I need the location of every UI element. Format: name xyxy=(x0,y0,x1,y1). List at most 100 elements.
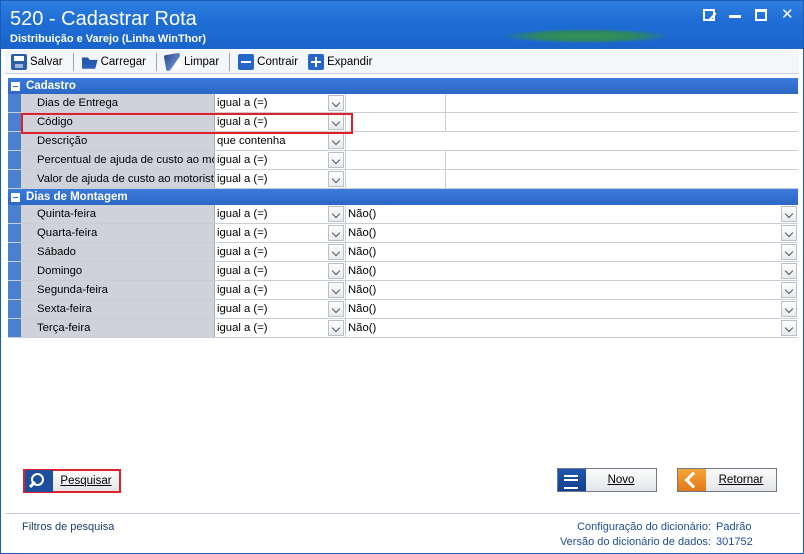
operator-value: igual a (=) xyxy=(217,265,268,277)
search-button[interactable]: Pesquisar xyxy=(23,469,121,493)
toolbar: Salvar Carregar Limpar Contrair Expandir xyxy=(5,50,799,74)
value-input[interactable] xyxy=(346,94,446,112)
filter-row-quarta: Quarta-feira igual a (=) Não() xyxy=(8,224,798,243)
operator-select[interactable]: igual a (=) xyxy=(215,281,346,299)
operator-select[interactable]: igual a (=) xyxy=(215,170,346,188)
operator-select[interactable]: igual a (=) xyxy=(215,262,346,280)
value-input-2[interactable] xyxy=(446,94,798,112)
toolbar-separator xyxy=(156,52,157,71)
operator-select[interactable]: igual a (=) xyxy=(215,224,346,242)
operator-select[interactable]: que contenha xyxy=(215,132,346,150)
filter-row-domingo: Domingo igual a (=) Não() xyxy=(8,262,798,281)
filter-label: Segunda-feira xyxy=(21,281,215,299)
value-input-2[interactable] xyxy=(446,151,798,169)
save-icon xyxy=(11,53,27,70)
value-select[interactable]: Não() xyxy=(346,319,798,337)
edit-window-icon[interactable] xyxy=(703,9,715,21)
operator-select[interactable]: igual a (=) xyxy=(215,205,346,223)
back-button[interactable]: Retornar xyxy=(677,468,777,492)
chevron-down-icon[interactable] xyxy=(781,301,797,317)
dictionary-version-label: Versão do dicionário de dados: xyxy=(559,536,711,548)
chevron-down-icon[interactable] xyxy=(781,263,797,279)
operator-select[interactable]: igual a (=) xyxy=(215,151,346,169)
new-record-icon xyxy=(558,469,586,491)
dictionary-version-value: 301752 xyxy=(716,536,753,548)
filter-label: Descrição xyxy=(21,132,215,150)
collapse-button[interactable]: Contrair xyxy=(234,51,302,73)
operator-select[interactable]: igual a (=) xyxy=(215,243,346,261)
row-gutter xyxy=(8,243,21,261)
collapse-section-icon[interactable] xyxy=(11,81,20,91)
operator-select[interactable]: igual a (=) xyxy=(215,94,346,112)
chevron-down-icon[interactable] xyxy=(328,152,344,168)
chevron-down-icon[interactable] xyxy=(328,133,344,149)
select-value: Não() xyxy=(348,265,377,277)
value-select[interactable]: Não() xyxy=(346,243,798,261)
operator-select[interactable]: igual a (=) xyxy=(215,300,346,318)
window-title: 520 - Cadastrar Rota xyxy=(10,8,197,30)
chevron-down-icon[interactable] xyxy=(328,263,344,279)
filter-row-dias-entrega: Dias de Entrega igual a (=) xyxy=(8,94,798,113)
chevron-down-icon[interactable] xyxy=(781,282,797,298)
chevron-down-icon[interactable] xyxy=(328,320,344,336)
chevron-down-icon[interactable] xyxy=(781,206,797,222)
chevron-down-icon[interactable] xyxy=(328,282,344,298)
section-cadastro[interactable]: Cadastro xyxy=(8,78,798,94)
value-select[interactable]: Não() xyxy=(346,262,798,280)
new-button[interactable]: Novo xyxy=(557,468,657,492)
chevron-down-icon[interactable] xyxy=(781,320,797,336)
row-gutter xyxy=(8,170,21,188)
select-value: Não() xyxy=(348,284,377,296)
value-input[interactable] xyxy=(346,113,446,131)
dictionary-config-label: Configuração do dicionário: xyxy=(577,521,711,533)
row-gutter xyxy=(8,205,21,223)
operator-value: igual a (=) xyxy=(217,173,268,185)
filter-label: Percentual de ajuda de custo ao motorist… xyxy=(21,151,215,169)
search-icon xyxy=(25,470,53,492)
value-input-2[interactable] xyxy=(446,113,798,131)
operator-select[interactable]: igual a (=) xyxy=(215,319,346,337)
maximize-icon[interactable] xyxy=(755,9,767,21)
value-input[interactable] xyxy=(346,132,798,150)
load-button[interactable]: Carregar xyxy=(78,51,150,73)
chevron-down-icon[interactable] xyxy=(328,301,344,317)
filter-row-quinta: Quinta-feira igual a (=) Não() xyxy=(8,205,798,224)
folder-open-icon xyxy=(81,57,98,69)
expand-button[interactable]: Expandir xyxy=(304,51,376,73)
section-dias-montagem[interactable]: Dias de Montagem xyxy=(8,189,798,205)
close-icon[interactable]: ✕ xyxy=(781,7,794,22)
chevron-down-icon[interactable] xyxy=(328,171,344,187)
filter-row-percentual: Percentual de ajuda de custo ao motorist… xyxy=(8,151,798,170)
operator-value: igual a (=) xyxy=(217,246,268,258)
filter-row-valor: Valor de ajuda de custo ao motorista igu… xyxy=(8,170,798,189)
filter-label: Domingo xyxy=(21,262,215,280)
value-input[interactable] xyxy=(346,151,446,169)
operator-value: igual a (=) xyxy=(217,97,268,109)
filter-label: Quarta-feira xyxy=(21,224,215,242)
filter-row-sexta: Sexta-feira igual a (=) Não() xyxy=(8,300,798,319)
collapse-section-icon[interactable] xyxy=(11,192,20,202)
back-arrow-icon xyxy=(678,469,706,491)
save-button[interactable]: Salvar xyxy=(7,51,67,73)
chevron-down-icon[interactable] xyxy=(328,95,344,111)
clear-button[interactable]: Limpar xyxy=(161,51,223,73)
chevron-down-icon[interactable] xyxy=(328,225,344,241)
value-input[interactable] xyxy=(346,170,446,188)
value-select[interactable]: Não() xyxy=(346,205,798,223)
section-title: Dias de Montagem xyxy=(26,191,128,203)
value-input-2[interactable] xyxy=(446,170,798,188)
chevron-down-icon[interactable] xyxy=(328,206,344,222)
collapse-label: Contrair xyxy=(257,55,299,68)
expand-label: Expandir xyxy=(327,55,373,68)
row-gutter xyxy=(8,319,21,337)
chevron-down-icon[interactable] xyxy=(328,244,344,260)
chevron-down-icon[interactable] xyxy=(781,244,797,260)
chevron-down-icon[interactable] xyxy=(781,225,797,241)
value-select[interactable]: Não() xyxy=(346,224,798,242)
minimize-icon[interactable] xyxy=(729,9,741,18)
value-select[interactable]: Não() xyxy=(346,281,798,299)
minus-icon xyxy=(238,53,255,70)
window-subtitle: Distribuição e Varejo (Linha WinThor) xyxy=(10,33,207,45)
filter-row-descricao: Descrição que contenha xyxy=(8,132,798,151)
value-select[interactable]: Não() xyxy=(346,300,798,318)
